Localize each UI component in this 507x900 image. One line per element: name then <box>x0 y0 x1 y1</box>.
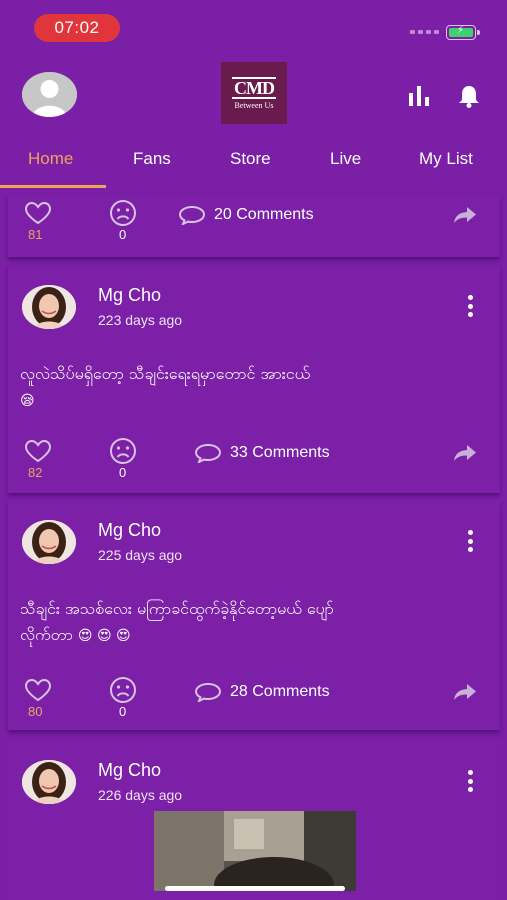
sad-count: 0 <box>119 704 127 719</box>
tab-fans[interactable]: Fans <box>133 149 171 169</box>
like-count: 82 <box>28 465 43 480</box>
author-name[interactable]: Mg Cho <box>98 285 161 306</box>
battery-icon: ⚡ <box>446 25 480 40</box>
more-vertical-icon[interactable] <box>468 530 474 552</box>
profile-avatar-icon[interactable] <box>22 72 77 117</box>
emoji: 😪 <box>20 393 35 409</box>
tab-home[interactable]: Home <box>28 149 73 169</box>
post-actions: 82 0 33 Comments <box>8 433 500 493</box>
post-card: 81 0 20 Comments <box>8 195 500 257</box>
like-count: 80 <box>28 704 43 719</box>
heart-icon[interactable] <box>24 439 52 463</box>
tab-my-list[interactable]: My List <box>419 149 473 169</box>
tab-live[interactable]: Live <box>330 149 361 169</box>
post-actions: 81 0 20 Comments <box>8 195 500 255</box>
post-body: သီချင်း အသစ်လေး မကြာခင်ထွက်ခဲ့နိုင်တော့မ… <box>20 596 486 649</box>
signal-icon <box>410 30 439 34</box>
share-icon[interactable] <box>452 682 478 702</box>
comment-icon <box>194 682 222 702</box>
bell-icon[interactable] <box>456 83 482 109</box>
status-bar: 07:02 ⚡ <box>0 0 507 54</box>
post-timestamp: 223 days ago <box>98 312 183 328</box>
status-time: 07:02 <box>34 14 120 42</box>
nav-tabs: Home Fans Store Live My List <box>0 143 507 189</box>
author-avatar[interactable] <box>22 760 76 804</box>
app-logo: CMD Between Us <box>221 62 287 124</box>
like-count: 81 <box>28 227 43 242</box>
post-header: Mg Cho 226 days ago <box>8 740 500 812</box>
home-indicator <box>165 886 345 891</box>
post-body: လူလဲသိပ်မရှိတော့ သီချင်းရေးရမှာတောင် အား… <box>20 361 486 414</box>
tab-store[interactable]: Store <box>230 149 271 169</box>
post-timestamp: 225 days ago <box>98 547 183 563</box>
sad-face-icon[interactable] <box>109 199 137 227</box>
app-header: CMD Between Us <box>0 54 507 134</box>
author-name[interactable]: Mg Cho <box>98 520 161 541</box>
heart-icon[interactable] <box>24 678 52 702</box>
comment-button[interactable]: 20 Comments <box>178 205 314 225</box>
author-avatar[interactable] <box>22 520 76 564</box>
sad-face-icon[interactable] <box>109 437 137 465</box>
post-header: Mg Cho 225 days ago <box>8 500 500 572</box>
active-tab-indicator <box>0 185 106 188</box>
heart-icon[interactable] <box>24 201 52 225</box>
sad-face-icon[interactable] <box>109 676 137 704</box>
post-card: Mg Cho 226 days ago <box>8 740 500 900</box>
comment-button[interactable]: 33 Comments <box>194 443 330 463</box>
post-card: Mg Cho 225 days ago သီချင်း အသစ်လေး မကြာ… <box>8 500 500 730</box>
author-name[interactable]: Mg Cho <box>98 760 161 781</box>
share-icon[interactable] <box>452 205 478 225</box>
comment-button[interactable]: 28 Comments <box>194 682 330 702</box>
post-image[interactable] <box>154 811 356 891</box>
sad-count: 0 <box>119 227 127 242</box>
sad-count: 0 <box>119 465 127 480</box>
post-actions: 80 0 28 Comments <box>8 672 500 732</box>
stats-icon[interactable] <box>408 84 432 106</box>
more-vertical-icon[interactable] <box>468 770 474 792</box>
comment-icon <box>194 443 222 463</box>
post-header: Mg Cho 223 days ago <box>8 265 500 337</box>
emoji: 😍 😍 😍 <box>77 628 131 644</box>
post-card: Mg Cho 223 days ago လူလဲသိပ်မရှိတော့ သီခ… <box>8 265 500 493</box>
share-icon[interactable] <box>452 443 478 463</box>
more-vertical-icon[interactable] <box>468 295 474 317</box>
comment-icon <box>178 205 206 225</box>
post-timestamp: 226 days ago <box>98 787 183 803</box>
author-avatar[interactable] <box>22 285 76 329</box>
